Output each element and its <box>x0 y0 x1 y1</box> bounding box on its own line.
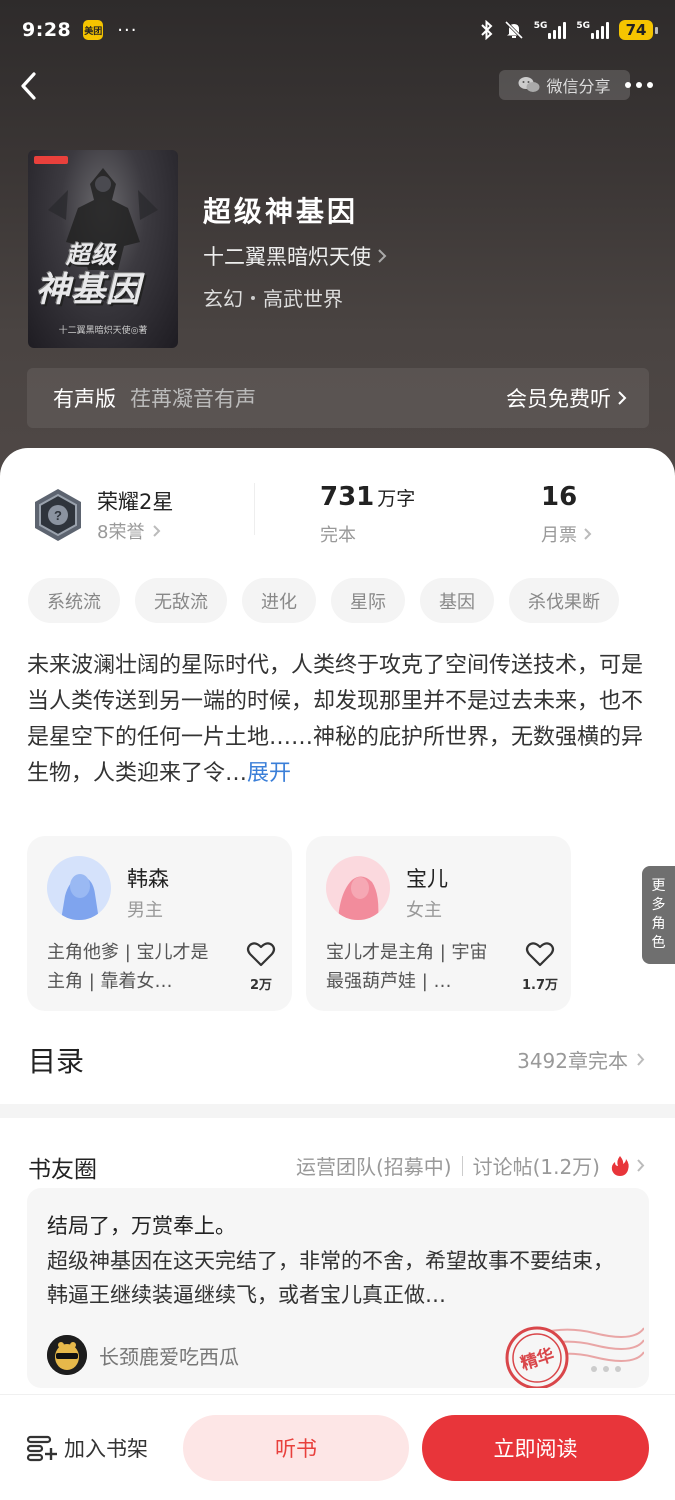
honor-title[interactable]: 荣耀2星 <box>97 486 173 516</box>
role-card-hansen[interactable]: 韩森 男主 主角他爹 | 宝儿才是主角 | 靠着女… 2万 <box>27 836 292 1011</box>
audio-narrator: 荏苒凝音有声 <box>130 387 256 411</box>
tag-item[interactable]: 系统流 <box>28 578 120 623</box>
role-avatar <box>47 856 111 920</box>
chevron-right-icon <box>637 1053 645 1066</box>
post-body: 超级神基因在这天完结了，非常的不舍，希望故事不要结束，韩逼王继续装逼继续飞，或者… <box>47 1249 614 1307</box>
separator <box>461 1155 463 1176</box>
more-options-button[interactable] <box>618 72 660 98</box>
more-roles-tab[interactable]: 更 多 角 色 <box>642 866 675 964</box>
chevron-right-icon <box>618 391 627 405</box>
monthly-ticket-count: 16 <box>541 482 578 512</box>
monthly-ticket-link[interactable]: 月票 <box>541 521 592 547</box>
role-type: 女主 <box>406 900 442 921</box>
toc-link[interactable]: 3492章完本 <box>517 1045 645 1074</box>
role-name: 韩森 <box>127 867 169 891</box>
tag-list: 系统流 无敌流 进化 星际 基因 杀伐果断 <box>28 578 619 623</box>
author-name: 十二翼黑暗炽天使 <box>203 245 371 269</box>
tag-item[interactable]: 进化 <box>242 578 316 623</box>
wechat-icon <box>518 77 540 92</box>
role-description: 宝儿才是主角 | 宇宙最强葫芦娃 | … <box>326 942 488 992</box>
role-card-baoer[interactable]: 宝儿 女主 宝儿才是主角 | 宇宙最强葫芦娃 | … 1.7万 <box>306 836 571 1011</box>
back-button[interactable] <box>14 66 50 106</box>
honor-count-link[interactable]: 8荣誉 <box>97 518 161 544</box>
signal-icon-1: 5G <box>534 21 567 39</box>
discussion-count[interactable]: 讨论帖(1.2万) <box>473 1151 600 1180</box>
read-now-button[interactable]: 立即阅读 <box>422 1415 649 1481</box>
tag-item[interactable]: 无敌流 <box>135 578 227 623</box>
stats-divider <box>254 483 255 535</box>
section-divider <box>0 1104 675 1118</box>
completion-status: 完本 <box>320 525 356 546</box>
signal-icon-2: 5G <box>576 21 609 39</box>
synopsis-text: 未来波澜壮阔的星际时代，人类终于攻克了空间传送技术，可是当人类传送到另一端的时候… <box>27 653 644 786</box>
member-listen-link[interactable]: 会员免费听 <box>506 383 627 413</box>
separator-dot <box>251 295 255 300</box>
status-more-icon: ··· <box>117 19 138 41</box>
role-like-count: 1.7万 <box>521 978 559 993</box>
wechat-share-button[interactable]: 微信分享 <box>499 70 630 100</box>
audio-version-bar[interactable]: 有声版 荏苒凝音有声 会员免费听 <box>27 368 649 428</box>
heart-icon <box>525 942 555 967</box>
reader-circle-title[interactable]: 书友圈 <box>28 1150 97 1184</box>
toc-title[interactable]: 目录 <box>28 1040 84 1080</box>
cover-author: 十二翼黑暗炽天使◎著 <box>58 326 148 336</box>
avatar <box>47 1335 87 1375</box>
add-to-shelf-button[interactable]: 加入书架 <box>26 1433 148 1463</box>
audio-label: 有声版 <box>53 387 116 411</box>
role-like-count: 2万 <box>249 978 273 993</box>
share-label: 微信分享 <box>546 77 611 96</box>
listen-button[interactable]: 听书 <box>183 1415 409 1481</box>
tag-item[interactable]: 星际 <box>331 578 405 623</box>
genre-primary: 玄幻 <box>203 287 243 311</box>
role-description: 主角他爹 | 宝儿才是主角 | 靠着女… <box>47 942 209 992</box>
cover-title: 超级 神基因 <box>36 241 141 310</box>
role-name: 宝儿 <box>406 867 448 891</box>
battery-icon: 74 <box>619 20 658 40</box>
ops-team-link[interactable]: 运营团队(招募中) <box>296 1151 452 1180</box>
status-bar: 9:28 美团 ··· 5G 5G 74 <box>22 14 658 46</box>
tag-item[interactable]: 基因 <box>420 578 494 623</box>
chevron-right-icon <box>637 1159 645 1172</box>
chevron-right-icon <box>378 249 387 263</box>
word-count: 731 万字 <box>320 482 416 512</box>
role-like-button[interactable]: 2万 <box>244 940 278 993</box>
post-author-name: 长颈鹿爱吃西瓜 <box>99 1344 239 1369</box>
author-link[interactable]: 十二翼黑暗炽天使 <box>203 241 387 271</box>
book-genre: 玄幻 高武世界 <box>203 283 343 312</box>
back-arrow-icon <box>21 72 36 100</box>
book-synopsis[interactable]: 未来波澜壮阔的星际时代，人类终于攻克了空间传送技术，可是当人类传送到另一端的时候… <box>27 648 652 792</box>
post-title: 结局了，万赏奉上。 <box>47 1214 236 1238</box>
mute-bell-icon <box>504 20 523 40</box>
featured-post[interactable]: 结局了，万赏奉上。 超级神基因在这天完结了，非常的不舍，希望故事不要结束，韩逼王… <box>27 1188 649 1388</box>
add-to-shelf-label: 加入书架 <box>64 1437 148 1461</box>
featured-stamp-icon: 精华 <box>505 1326 644 1388</box>
honor-badge-icon[interactable]: ? <box>30 487 86 543</box>
add-shelf-icon <box>26 1435 57 1462</box>
post-author[interactable]: 长颈鹿爱吃西瓜 <box>47 1335 239 1375</box>
book-header: 9:28 美团 ··· 5G 5G 74 微信分享 超级 神基因 十二翼黑暗炽天… <box>0 0 675 480</box>
heart-icon <box>246 942 276 967</box>
svg-text:?: ? <box>54 508 62 523</box>
expand-link[interactable]: 展开 <box>247 761 291 786</box>
role-like-button[interactable]: 1.7万 <box>522 940 558 993</box>
book-title: 超级神基因 <box>203 195 359 228</box>
role-type: 男主 <box>127 900 163 921</box>
chevron-right-icon <box>153 525 161 537</box>
status-time: 9:28 <box>22 19 72 41</box>
role-avatar <box>326 856 390 920</box>
reader-circle-meta[interactable]: 运营团队(招募中) 讨论帖(1.2万) <box>296 1151 645 1180</box>
meituan-app-icon: 美团 <box>83 20 104 40</box>
bluetooth-icon <box>480 20 493 40</box>
book-cover[interactable]: 超级 神基因 十二翼黑暗炽天使◎著 <box>28 150 178 348</box>
fire-icon <box>611 1155 629 1176</box>
chevron-right-icon <box>584 528 592 540</box>
bottom-action-bar: 加入书架 听书 立即阅读 <box>0 1394 675 1500</box>
genre-secondary: 高武世界 <box>263 287 343 311</box>
tag-item[interactable]: 杀伐果断 <box>509 578 619 623</box>
